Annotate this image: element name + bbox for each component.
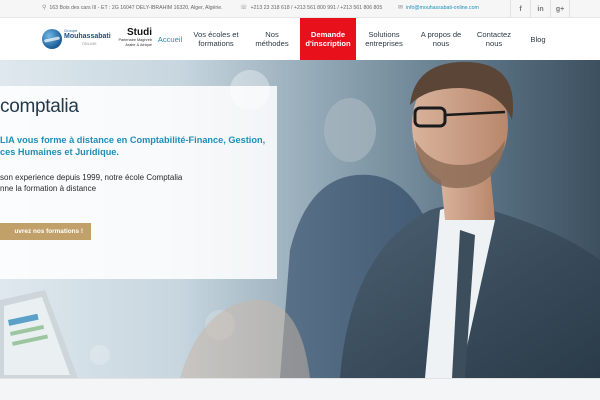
below-hero-strip	[0, 378, 600, 400]
hero-body-line-2: nne la formation à distance	[0, 184, 97, 193]
nav-schools[interactable]: Vos écoles et formations	[188, 18, 244, 60]
nav-about[interactable]: A propos de nous	[412, 18, 470, 60]
bokeh-light	[90, 345, 110, 365]
linkedin-icon[interactable]: in	[530, 0, 550, 18]
nav-home[interactable]: Accueil	[152, 18, 188, 60]
nav-solutions-line-1: Solutions	[368, 30, 400, 39]
email-info[interactable]: ✉ info@mouhassabati-online.com	[398, 4, 479, 12]
nav-schools-label: Vos écoles et formations	[193, 30, 238, 48]
nav-signup-button[interactable]: Demande d'inscription	[300, 18, 356, 60]
laptop-image	[0, 290, 78, 378]
nav-methods-label: Nos méthodes	[255, 30, 288, 48]
hero-lead-line-2: ces Humaines et Juridique.	[0, 147, 119, 157]
hero-brand-title: comptalia	[0, 96, 79, 117]
facebook-icon[interactable]: f	[510, 0, 530, 18]
nav-blog-label: Blog	[530, 34, 546, 44]
nav-methods-line-2: méthodes	[255, 39, 289, 48]
nav-blog[interactable]: Blog	[518, 18, 558, 60]
main-navbar: Groupe Mouhassabati ONLINE Studi Partena…	[0, 18, 600, 60]
hero-lead-line-1: LIA vous forme à distance en Comptabilit…	[0, 135, 266, 145]
email-link[interactable]: info@mouhassabati-online.com	[406, 5, 479, 11]
nav-schools-line-1: Vos écoles et	[193, 30, 239, 39]
hero-banner: comptalia LIA vous forme à distance en C…	[0, 60, 600, 378]
nav-contact-label: Contactez nous	[477, 30, 511, 48]
nav-signup-line-2: d'inscription	[305, 39, 351, 48]
nav-about-line-1: A propos de	[420, 30, 462, 39]
nav-about-label: A propos de nous	[421, 30, 462, 48]
address-text: 163 Bois des cars III - ET : 2G 16047 DE…	[49, 4, 223, 11]
nav-signup-label: Demande d'inscription	[305, 30, 350, 48]
nav-methods[interactable]: Nos méthodes	[244, 18, 300, 60]
site-logo[interactable]: Groupe Mouhassabati ONLINE	[42, 27, 111, 53]
nav-contact-line-2: nous	[485, 39, 503, 48]
hero-lead-text: LIA vous forme à distance en Comptabilit…	[0, 134, 272, 158]
map-pin-icon: ⚲	[42, 5, 47, 11]
logo-online: ONLINE	[82, 42, 97, 46]
discover-trainings-button[interactable]: uvrez nos formations !	[0, 223, 91, 240]
nav-about-line-2: nous	[432, 39, 450, 48]
nav-methods-line-1: Nos	[265, 30, 279, 39]
phone-icon: ☏	[240, 5, 248, 11]
nav-solutions-line-2: entreprises	[365, 39, 403, 48]
nav-home-label: Accueil	[157, 34, 183, 44]
partner-logo[interactable]: Studi Partenaire Maghreb Arabe & Afrique	[104, 27, 152, 53]
partner-tag-2: Arabe & Afrique	[125, 43, 152, 47]
top-info-bar: ⚲ 163 Bois des cars III - ET : 2G 16047 …	[0, 0, 600, 18]
hero-card: comptalia LIA vous forme à distance en C…	[0, 86, 277, 279]
nav-schools-line-2: formations	[198, 39, 234, 48]
main-menu: Accueil Vos écoles et formations Nos métho…	[152, 18, 558, 60]
address-info: ⚲ 163 Bois des cars III - ET : 2G 16047 …	[42, 4, 223, 12]
partner-brand: Studi	[127, 27, 152, 38]
nav-contact[interactable]: Contactez nous	[470, 18, 518, 60]
globe-icon	[42, 29, 62, 49]
nav-signup-line-1: Demande	[310, 30, 346, 39]
social-links: f in g+	[510, 0, 570, 18]
hero-body-line-1: son experience depuis 1999, notre école …	[0, 173, 183, 182]
google-plus-icon[interactable]: g+	[550, 0, 570, 18]
nav-contact-line-1: Contactez	[476, 30, 512, 39]
phone-info[interactable]: ☏ +213 23 318 618 / +213 561 800 991 / +…	[240, 4, 383, 12]
phone-text[interactable]: +213 23 318 618 / +213 561 800 991 / +21…	[251, 5, 383, 11]
hero-body-text: son experience depuis 1999, notre école …	[0, 172, 260, 194]
envelope-icon: ✉	[398, 5, 404, 11]
nav-solutions[interactable]: Solutions entreprises	[356, 18, 412, 60]
nav-solutions-label: Solutions entreprises	[365, 30, 403, 48]
